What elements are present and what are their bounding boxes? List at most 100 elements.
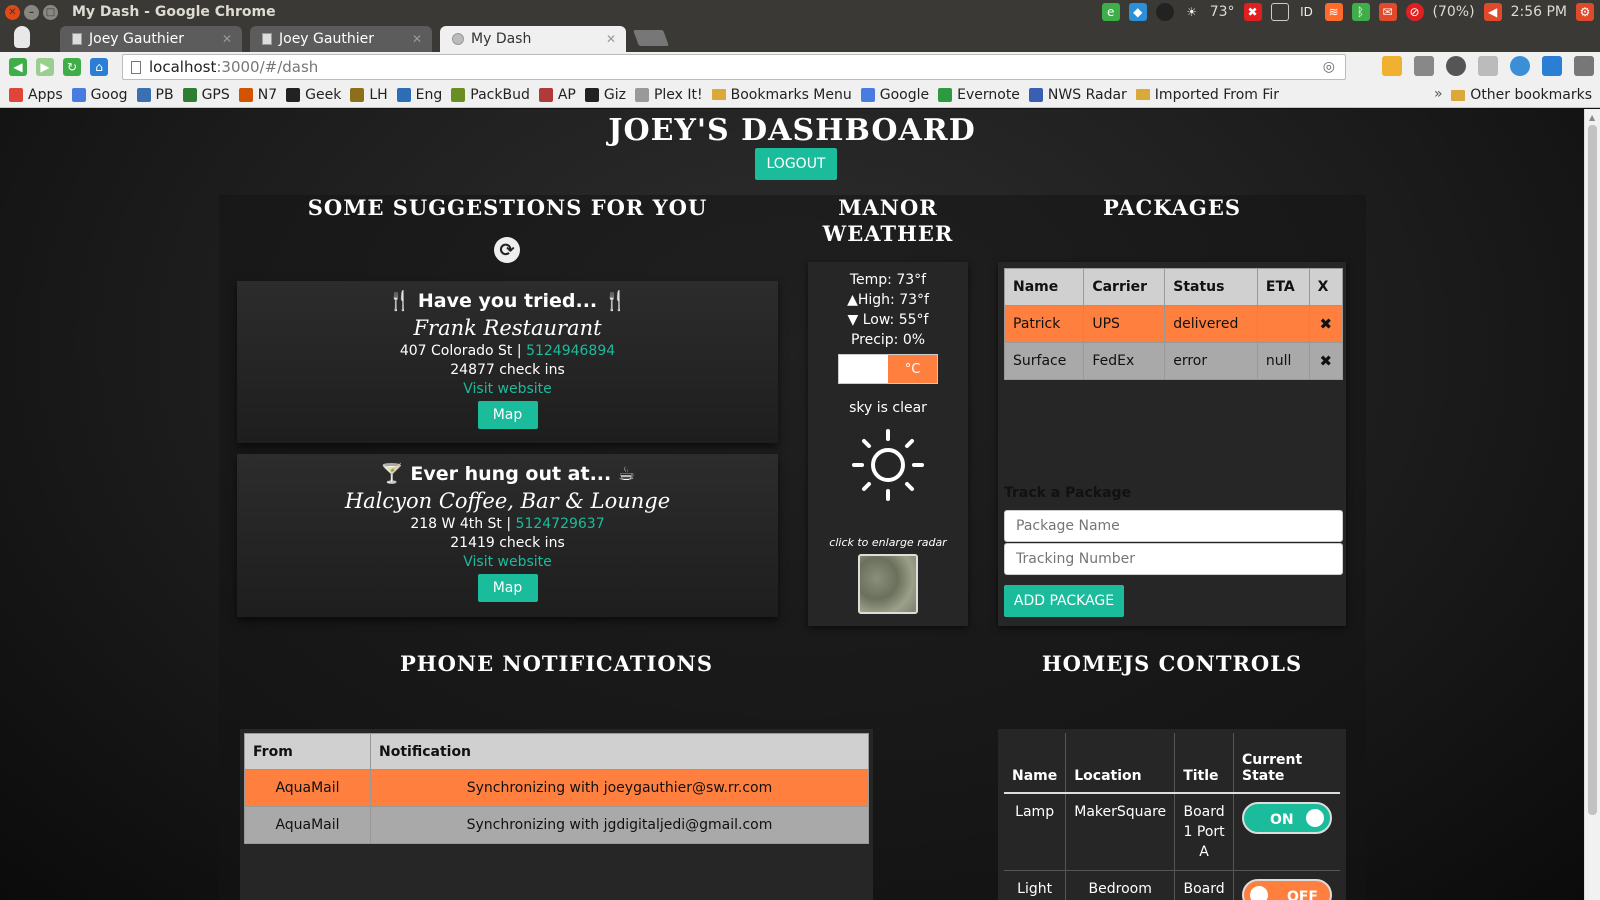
weather-precip: Precip: 0% xyxy=(850,332,926,348)
radar-caption: click to enlarge radar xyxy=(829,536,947,549)
bookmark-item[interactable]: Imported From Fir xyxy=(1135,87,1279,103)
dropbox-tray-icon[interactable]: ◆ xyxy=(1128,3,1147,21)
delete-package-icon[interactable]: ✖ xyxy=(1308,305,1344,343)
homejs-card: Name Location Title Current State Lamp M… xyxy=(998,729,1346,900)
bookmark-item[interactable]: Plex It! xyxy=(634,87,703,103)
bookmark-item[interactable]: Apps xyxy=(9,87,63,103)
clipboard-tray-icon[interactable] xyxy=(1270,3,1289,21)
error-tray-icon[interactable]: ✖ xyxy=(1243,3,1262,21)
page-scrollbar[interactable]: ▲ xyxy=(1584,109,1600,900)
column-header: ETA xyxy=(1256,268,1310,306)
tab-joey-gauthier-2[interactable]: Joey Gauthier ✕ xyxy=(250,26,432,52)
refresh-icon[interactable]: ⟳ xyxy=(494,237,520,263)
bookmark-item[interactable]: PB xyxy=(136,87,174,103)
suggestion-phone-link[interactable]: 5124946894 xyxy=(526,343,615,359)
map-button[interactable]: Map xyxy=(477,574,538,602)
device-name: Light xyxy=(1004,870,1066,900)
other-bookmarks-folder[interactable]: Other bookmarks xyxy=(1451,87,1592,103)
weather-title: MANOR WEATHER xyxy=(808,195,968,247)
battery-tray-icon[interactable]: ⊘ xyxy=(1405,3,1424,21)
tab-close-icon[interactable]: ✕ xyxy=(222,32,232,46)
bookmarks-overflow-chevron[interactable]: » xyxy=(1434,86,1443,102)
bookmark-item[interactable]: PackBud xyxy=(451,87,530,103)
google-icon xyxy=(860,87,875,102)
tracking-number-input[interactable] xyxy=(1004,543,1343,575)
tab-close-icon[interactable]: ✕ xyxy=(606,32,616,46)
address-bar[interactable]: localhost:3000/#/dash ◎ xyxy=(122,54,1346,80)
weather-sun-tray-icon[interactable]: ☀ xyxy=(1183,3,1201,21)
settings-gear-icon[interactable]: ⚙ xyxy=(1576,3,1594,21)
add-package-button[interactable]: ADD PACKAGE xyxy=(1004,585,1124,617)
bookmark-item[interactable]: Bookmarks Menu xyxy=(711,87,852,103)
bookmark-item[interactable]: Giz xyxy=(584,87,626,103)
nws-icon xyxy=(1028,87,1043,102)
chrome-profile-icon[interactable] xyxy=(14,26,30,48)
bluetooth-tray-icon[interactable]: ᛒ xyxy=(1351,3,1370,21)
loading-icon xyxy=(452,33,464,45)
bookmark-item[interactable]: Eng xyxy=(396,87,442,103)
url-host: localhost xyxy=(149,58,217,76)
bookmark-item[interactable]: Goog xyxy=(71,87,128,103)
track-package-label: Track a Package xyxy=(1004,485,1132,501)
id-tray-icon[interactable]: ID xyxy=(1298,3,1316,21)
column-header: Carrier xyxy=(1083,268,1166,306)
device-toggle-switch[interactable]: ON xyxy=(1242,802,1332,834)
scroll-thumb[interactable] xyxy=(1588,125,1597,815)
toggle-knob xyxy=(1250,886,1268,900)
bookmark-item[interactable]: AP xyxy=(538,86,576,103)
bookmark-item[interactable]: GPS xyxy=(182,87,230,103)
reload-icon[interactable]: ↻ xyxy=(63,58,81,76)
notification-text: Synchronizing with joeygauthier@sw.rr.co… xyxy=(370,769,869,807)
unit-toggle[interactable]: °C xyxy=(838,354,938,384)
logout-button[interactable]: LOGOUT xyxy=(755,148,837,180)
table-header-row: Name Carrier Status ETA X xyxy=(1003,268,1344,306)
delete-package-icon[interactable]: ✖ xyxy=(1308,342,1344,380)
globe-icon[interactable] xyxy=(1510,56,1530,76)
window-close-icon[interactable]: ✕ xyxy=(5,4,20,20)
clock[interactable]: 2:56 PM xyxy=(1511,4,1567,20)
tab-close-icon[interactable]: ✕ xyxy=(412,32,422,46)
window-minimize-icon[interactable]: – xyxy=(24,4,39,20)
home-icon[interactable]: ⌂ xyxy=(90,58,108,76)
menu-icon[interactable] xyxy=(1574,56,1594,76)
bookmark-item[interactable]: NWS Radar xyxy=(1028,86,1127,103)
forward-icon[interactable]: ▶ xyxy=(36,58,54,76)
wifi-tray-icon[interactable]: ≋ xyxy=(1324,3,1343,21)
device-title: Board xyxy=(1174,870,1234,900)
bookmark-item[interactable]: Google xyxy=(860,87,929,103)
mail-tray-icon[interactable]: ✉ xyxy=(1378,3,1397,21)
unit-toggle-blank[interactable] xyxy=(839,355,888,383)
suggestion-phone-link[interactable]: 5124729637 xyxy=(516,516,605,532)
screen-icon[interactable] xyxy=(1542,56,1562,76)
radar-thumbnail[interactable] xyxy=(858,554,918,614)
sun-icon xyxy=(852,429,924,501)
map-button[interactable]: Map xyxy=(477,401,538,429)
bookmark-item[interactable]: LH xyxy=(350,87,388,103)
volume-tray-icon[interactable]: ◀ xyxy=(1483,3,1502,21)
back-icon[interactable]: ◀ xyxy=(9,58,27,76)
location-target-icon[interactable]: ◎ xyxy=(1323,59,1335,75)
bookmark-label: AP xyxy=(557,86,576,103)
package-name-input[interactable] xyxy=(1004,510,1343,542)
scroll-up-arrow-icon[interactable]: ▲ xyxy=(1589,113,1595,122)
tab-joey-gauthier-1[interactable]: Joey Gauthier ✕ xyxy=(60,26,242,52)
moon-tray-icon[interactable] xyxy=(1155,3,1174,21)
tab-my-dash[interactable]: My Dash ✕ xyxy=(440,26,626,52)
cast-icon[interactable] xyxy=(1478,56,1498,76)
package-carrier: UPS xyxy=(1083,305,1166,343)
bookmark-item[interactable]: N7 xyxy=(238,87,277,103)
bookmark-item[interactable]: Evernote xyxy=(938,87,1020,103)
device-state-cell: ON xyxy=(1233,793,1340,871)
device-toggle-switch[interactable]: OFF xyxy=(1242,879,1332,900)
hangouts-icon[interactable] xyxy=(1446,56,1466,76)
bookmark-label: NWS Radar xyxy=(1047,86,1127,103)
visit-website-link[interactable]: Visit website xyxy=(237,381,778,397)
bookmark-item[interactable]: Geek xyxy=(286,87,341,103)
new-tab-button[interactable] xyxy=(633,30,669,46)
extension-shield-icon[interactable] xyxy=(1382,56,1402,76)
window-maximize-icon[interactable]: □ xyxy=(43,4,58,20)
evernote-tray-icon[interactable]: e xyxy=(1101,3,1120,21)
celsius-toggle-label[interactable]: °C xyxy=(888,355,937,383)
visit-website-link[interactable]: Visit website xyxy=(237,554,778,570)
download-icon[interactable] xyxy=(1414,56,1434,76)
